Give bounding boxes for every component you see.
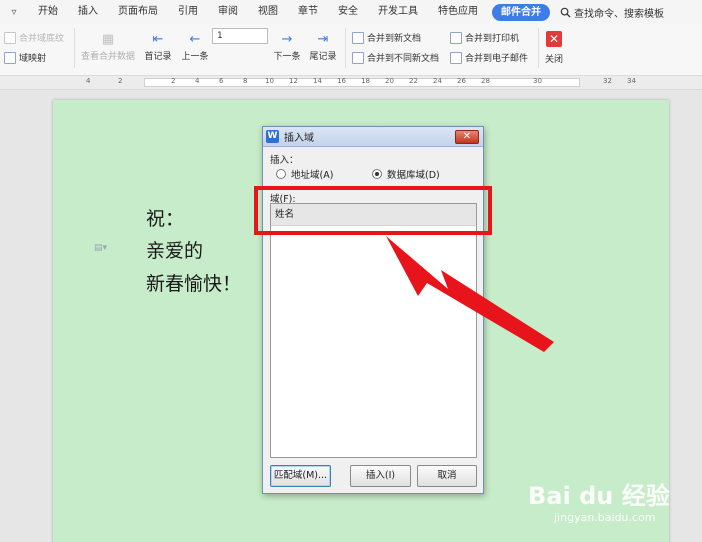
ruler-tick: 32	[603, 77, 612, 85]
tab-security[interactable]: 安全	[328, 0, 368, 24]
watermark-url: jingyan.baidu.com	[554, 511, 656, 524]
merge-to-email-button[interactable]: 合并到电子邮件	[450, 51, 528, 64]
tab-view[interactable]: 视图	[248, 0, 288, 24]
printer-icon	[450, 31, 462, 44]
tab-mail-merge[interactable]: 邮件合并	[492, 3, 550, 21]
ruler-tick: 16	[337, 77, 346, 85]
ruler-tick: 14	[313, 77, 322, 85]
ruler-tick: 22	[409, 77, 418, 85]
dialog-titlebar[interactable]: W 插入域 ✕	[263, 127, 483, 147]
highlight-icon	[4, 31, 16, 44]
ruler-tick: 4	[195, 77, 200, 85]
doc-line-new-year[interactable]: 新春愉快！	[146, 269, 241, 296]
close-mail-merge-button[interactable]: 关闭	[540, 52, 568, 65]
radio-database-indicator[interactable]	[372, 169, 382, 179]
radio-address-field[interactable]: 地址域(A)	[276, 167, 333, 181]
arrow-right-icon: →	[281, 32, 293, 47]
next-record-button[interactable]: → 下一条	[270, 31, 304, 62]
last-record-button[interactable]: ⇥ 尾记录	[306, 31, 340, 62]
match-fields-button[interactable]: 匹配域(M)...	[270, 465, 331, 487]
first-record-button[interactable]: ⇤ 首记录	[142, 31, 174, 62]
ruler-tick: 18	[361, 77, 370, 85]
doc-line-dear[interactable]: 亲爱的	[146, 236, 203, 263]
tab-page-layout[interactable]: 页面布局	[108, 0, 168, 24]
ruler-tick: 30	[533, 77, 542, 85]
ribbon-separator	[538, 28, 539, 68]
field-map-icon	[4, 51, 16, 64]
ruler-tick: 8	[243, 77, 248, 85]
record-number-input[interactable]: 1	[212, 28, 268, 44]
previous-record-button[interactable]: ← 上一条	[178, 31, 212, 62]
tab-developer[interactable]: 开发工具	[368, 0, 428, 24]
tab-insert[interactable]: 插入	[68, 0, 108, 24]
merge-to-new-doc-button[interactable]: 合并到新文档	[352, 31, 421, 44]
wps-logo-icon: W	[266, 130, 279, 143]
ruler-tick: 4	[86, 77, 91, 85]
insert-button[interactable]: 插入(I)	[350, 465, 411, 487]
cancel-button[interactable]: 取消	[417, 465, 477, 487]
ruler-tick: 6	[219, 77, 224, 85]
ruler-tick: 10	[265, 77, 274, 85]
docs-icon	[352, 51, 364, 64]
paragraph-marker-icon[interactable]: ▤▾	[94, 243, 107, 253]
ruler-tick: 34	[627, 77, 636, 85]
horizontal-ruler: 4 2 2 4 6 8 10 12 14 16 18 20 22 24 26 2…	[0, 76, 702, 90]
tab-review[interactable]: 审阅	[208, 0, 248, 24]
dialog-title: 插入域	[284, 133, 314, 144]
new-doc-icon	[352, 31, 364, 44]
ribbon: 合并域底纹 域映射 ▦ 查看合并数据 ⇤ 首记录 ← 上一条 1 → 下一条 ⇥…	[0, 24, 702, 76]
menu-bar: ▿ 开始 插入 页面布局 引用 审阅 视图 章节 安全 开发工具 特色应用 邮件…	[0, 0, 702, 24]
insert-field-dialog: W 插入域 ✕ 插入： 地址域(A) 数据库域(D) 域(F): 姓名 匹配域(…	[262, 126, 484, 494]
quick-access-dropdown-icon[interactable]: ▿	[0, 7, 28, 18]
merge-to-separate-docs-button[interactable]: 合并到不同新文档	[352, 51, 439, 64]
radio-database-field[interactable]: 数据库域(D)	[372, 167, 440, 181]
tab-special[interactable]: 特色应用	[428, 0, 488, 24]
ruler-tick: 24	[433, 77, 442, 85]
doc-line-greeting[interactable]: 祝：	[146, 204, 184, 231]
ribbon-separator	[74, 28, 75, 68]
merge-to-printer-button[interactable]: 合并到打印机	[450, 31, 519, 44]
ruler-tick: 28	[481, 77, 490, 85]
baidu-watermark: Bai du 经验 jingyan.baidu.com	[528, 476, 688, 536]
tab-home[interactable]: 开始	[28, 0, 68, 24]
close-icon[interactable]: ✕	[546, 31, 562, 47]
ribbon-separator	[345, 28, 346, 68]
search-icon	[560, 7, 571, 18]
ruler-tick: 26	[457, 77, 466, 85]
dialog-close-button[interactable]: ✕	[455, 130, 479, 144]
data-view-icon: ▦	[101, 32, 115, 47]
email-icon	[450, 51, 462, 64]
ruler-tick: 20	[385, 77, 394, 85]
tab-references[interactable]: 引用	[168, 0, 208, 24]
field-mapping-button[interactable]: 域映射	[4, 51, 46, 64]
arrow-left-icon: ←	[189, 32, 201, 47]
fields-listbox[interactable]: 姓名	[270, 203, 477, 458]
search-label: 查找命令、搜索模板	[574, 8, 664, 20]
tab-section[interactable]: 章节	[288, 0, 328, 24]
ruler-tick: 2	[171, 77, 176, 85]
watermark-brand: Bai du 经验	[528, 482, 670, 510]
last-record-icon: ⇥	[317, 32, 329, 47]
ruler-tick: 12	[289, 77, 298, 85]
merge-field-highlight-button[interactable]: 合并域底纹	[4, 31, 64, 44]
ruler-tick: 2	[118, 77, 123, 85]
annotation-highlight-box	[254, 186, 492, 235]
insert-label: 插入：	[270, 155, 299, 166]
radio-address-indicator[interactable]	[276, 169, 286, 179]
first-record-icon: ⇤	[152, 32, 164, 47]
view-merged-data-button[interactable]: ▦ 查看合并数据	[80, 31, 136, 62]
command-search[interactable]: 查找命令、搜索模板	[560, 5, 664, 20]
